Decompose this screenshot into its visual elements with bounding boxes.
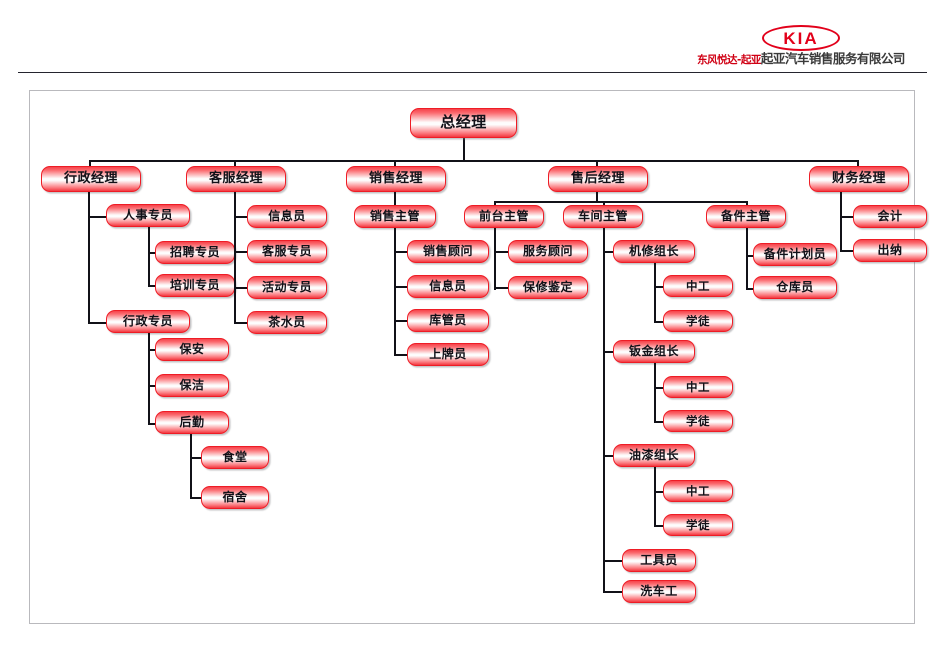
node-paint-apprentice[interactable]: 学徒 [663,514,733,536]
node-paint-team-leader[interactable]: 油漆组长 [613,444,695,467]
node-tea-attendant[interactable]: 茶水员 [247,311,327,334]
node-canteen[interactable]: 食堂 [201,446,269,469]
node-event-specialist[interactable]: 活动专员 [247,276,327,299]
node-mechanic-apprentice[interactable]: 学徒 [663,310,733,332]
node-bodywork-midlevel[interactable]: 中工 [663,376,733,398]
node-car-washer[interactable]: 洗车工 [622,580,696,603]
node-sales-manager[interactable]: 销售经理 [346,166,446,192]
org-chart: 总经理 行政经理 客服经理 销售经理 售后经理 财务经理 人事专员 行政专员 招… [0,0,945,671]
node-cleaning[interactable]: 保洁 [155,374,229,397]
node-aftersales-manager[interactable]: 售后经理 [548,166,648,192]
node-warranty-assessor[interactable]: 保修鉴定 [508,276,588,299]
node-admin-manager[interactable]: 行政经理 [41,166,141,192]
connector [654,363,656,423]
node-parts-supervisor[interactable]: 备件主管 [706,205,786,228]
node-front-desk-supervisor[interactable]: 前台主管 [464,205,544,228]
connector [234,192,236,324]
connector [89,160,858,162]
connector [88,322,106,324]
connector [190,434,192,499]
connector [394,192,396,205]
node-general-manager[interactable]: 总经理 [410,108,517,138]
connector [148,333,150,425]
node-cs-information-clerk[interactable]: 信息员 [247,205,327,228]
node-bodywork-apprentice[interactable]: 学徒 [663,410,733,432]
node-cashier[interactable]: 出纳 [853,239,927,262]
node-mechanic-midlevel[interactable]: 中工 [663,275,733,297]
connector [654,263,656,323]
connector [654,467,656,527]
connector [463,138,465,161]
node-mechanic-team-leader[interactable]: 机修组长 [613,240,695,263]
node-sales-consultant[interactable]: 销售顾问 [407,240,489,263]
node-tool-clerk[interactable]: 工具员 [622,549,696,572]
connector [394,228,396,356]
node-sales-supervisor[interactable]: 销售主管 [354,205,436,228]
node-hr-specialist[interactable]: 人事专员 [106,204,190,227]
connector [148,227,150,287]
node-service-advisor[interactable]: 服务顾问 [508,240,588,263]
connector [494,201,746,203]
node-cs-specialist[interactable]: 客服专员 [247,240,327,263]
connector [88,192,90,324]
node-admin-specialist[interactable]: 行政专员 [106,310,190,333]
connector [88,216,106,218]
node-sales-information-clerk[interactable]: 信息员 [407,275,489,298]
node-workshop-supervisor[interactable]: 车间主管 [563,205,643,228]
connector [603,228,605,593]
node-bodywork-team-leader[interactable]: 钣金组长 [613,340,695,363]
node-training-specialist[interactable]: 培训专员 [155,274,235,297]
node-dormitory[interactable]: 宿舍 [201,486,269,509]
node-storekeeper[interactable]: 仓库员 [753,276,837,299]
node-paint-midlevel[interactable]: 中工 [663,480,733,502]
node-parts-planner[interactable]: 备件计划员 [753,243,837,266]
node-accountant[interactable]: 会计 [853,205,927,228]
node-finance-manager[interactable]: 财务经理 [809,166,909,192]
connector [840,192,842,252]
node-security[interactable]: 保安 [155,338,229,361]
connector [746,228,748,290]
node-license-clerk[interactable]: 上牌员 [407,343,489,366]
connector [494,228,496,290]
node-warehouse-clerk[interactable]: 库管员 [407,309,489,332]
node-recruitment-specialist[interactable]: 招聘专员 [155,241,235,264]
node-logistics[interactable]: 后勤 [155,411,229,434]
node-customer-service-manager[interactable]: 客服经理 [186,166,286,192]
